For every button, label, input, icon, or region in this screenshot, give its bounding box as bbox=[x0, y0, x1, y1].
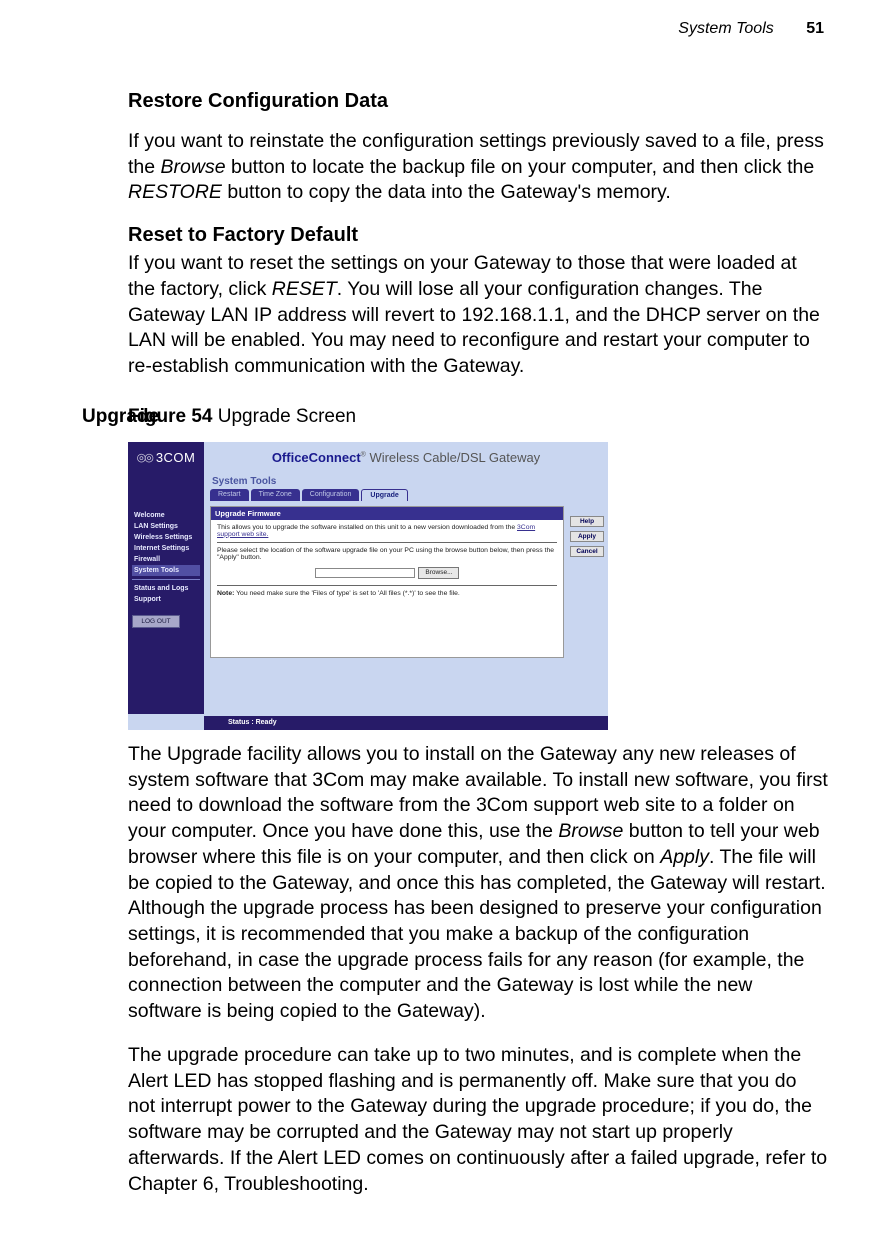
sidebar-item-firewall[interactable]: Firewall bbox=[132, 554, 200, 565]
panel-text2: Please select the location of the softwa… bbox=[217, 547, 557, 561]
para-restore: If you want to reinstate the configurati… bbox=[128, 129, 828, 206]
sidebar-item-welcome[interactable]: Welcome bbox=[132, 510, 200, 521]
header-section: System Tools bbox=[678, 20, 773, 37]
logout-button[interactable]: LOG OUT bbox=[132, 615, 180, 628]
body-column: Restore Configuration Data If you want t… bbox=[128, 90, 828, 380]
file-path-input[interactable] bbox=[315, 568, 415, 578]
sidebar-item-systemtools[interactable]: System Tools bbox=[132, 565, 200, 576]
router-right-buttons: Help Apply Cancel bbox=[570, 516, 604, 557]
section-upgrade: Upgrade Figure 54 Upgrade Screen ◎◎ 3COM… bbox=[48, 406, 828, 1197]
figure-upgrade-screen: ◎◎ 3COM OfficeConnect® Wireless Cable/DS… bbox=[128, 442, 608, 730]
router-title: OfficeConnect® Wireless Cable/DSL Gatewa… bbox=[204, 450, 608, 465]
router-sidebar: Welcome LAN Settings Wireless Settings I… bbox=[128, 506, 204, 714]
tab-timezone[interactable]: Time Zone bbox=[251, 489, 300, 501]
sidebar-item-support[interactable]: Support bbox=[132, 594, 200, 605]
heading-restore: Restore Configuration Data bbox=[128, 90, 828, 113]
figure-caption: Figure 54 Upgrade Screen bbox=[128, 406, 828, 428]
running-header: System Tools 51 bbox=[48, 20, 828, 38]
panel-note: Note: You need make sure the 'Files of t… bbox=[217, 590, 557, 597]
page-number: 51 bbox=[806, 20, 824, 37]
sidebar-item-status[interactable]: Status and Logs bbox=[132, 583, 200, 594]
para-reset: If you want to reset the settings on you… bbox=[128, 251, 828, 380]
panel-body: This allows you to upgrade the software … bbox=[211, 520, 563, 601]
browse-button[interactable]: Browse... bbox=[418, 567, 459, 579]
router-section-title: System Tools bbox=[210, 474, 608, 489]
panel-text1: This allows you to upgrade the software … bbox=[217, 524, 557, 538]
page: System Tools 51 Restore Configuration Da… bbox=[0, 0, 876, 1255]
status-bar: Status : Ready bbox=[204, 716, 608, 730]
router-main-panel: Upgrade Firmware This allows you to upgr… bbox=[210, 506, 564, 658]
router-subheader: System Tools Restart Time Zone Configura… bbox=[128, 474, 608, 506]
router-body: Welcome LAN Settings Wireless Settings I… bbox=[128, 506, 608, 714]
para-upgrade-2: The upgrade procedure can take up to two… bbox=[128, 1043, 828, 1197]
file-input-row: Browse... bbox=[217, 567, 557, 579]
tab-configuration[interactable]: Configuration bbox=[302, 489, 360, 501]
router-header: ◎◎ 3COM OfficeConnect® Wireless Cable/DS… bbox=[128, 442, 608, 474]
router-tabs: Restart Time Zone Configuration Upgrade bbox=[210, 489, 608, 501]
help-button[interactable]: Help bbox=[570, 516, 604, 527]
tab-restart[interactable]: Restart bbox=[210, 489, 249, 501]
sidebar-label-upgrade: Upgrade bbox=[82, 406, 159, 428]
para-upgrade-1: The Upgrade facility allows you to insta… bbox=[128, 742, 828, 1025]
tab-upgrade[interactable]: Upgrade bbox=[361, 489, 407, 501]
apply-button[interactable]: Apply bbox=[570, 531, 604, 542]
heading-reset: Reset to Factory Default bbox=[128, 224, 828, 247]
logo-3com: ◎◎ 3COM bbox=[128, 442, 204, 474]
sidebar-item-wireless[interactable]: Wireless Settings bbox=[132, 532, 200, 543]
sidebar-item-lan[interactable]: LAN Settings bbox=[132, 521, 200, 532]
cancel-button[interactable]: Cancel bbox=[570, 546, 604, 557]
router-ui: ◎◎ 3COM OfficeConnect® Wireless Cable/DS… bbox=[128, 442, 608, 730]
sidebar-item-internet[interactable]: Internet Settings bbox=[132, 543, 200, 554]
panel-title: Upgrade Firmware bbox=[211, 507, 563, 520]
logo-rings-icon: ◎◎ bbox=[137, 451, 152, 464]
